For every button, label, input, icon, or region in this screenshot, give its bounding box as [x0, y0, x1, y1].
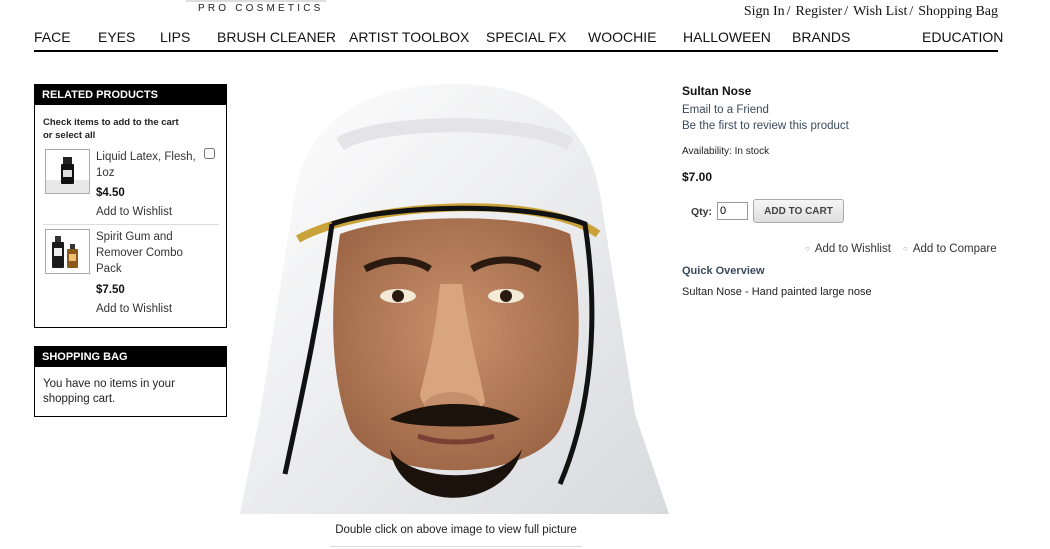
product-price: $7.00 [682, 170, 713, 184]
nav-item-brush-cleaner[interactable]: BRUSH CLEANER [217, 29, 336, 45]
separator: / [909, 4, 914, 19]
related-item-price: $4.50 [96, 187, 125, 199]
brand-logo-text[interactable]: PRO COSMETICS [198, 3, 324, 14]
related-item-price: $7.50 [96, 284, 125, 296]
shopping-bag-box: SHOPPING BAG You have no items in your s… [34, 346, 227, 417]
nav-item-woochie[interactable]: WOOCHIE [588, 29, 656, 45]
add-to-cart-button[interactable]: ADD TO CART [753, 199, 844, 223]
quick-overview-heading: Quick Overview [682, 265, 765, 277]
wish-list-link[interactable]: Wish List [853, 4, 907, 19]
shopping-bag-heading: SHOPPING BAG [35, 347, 226, 367]
separator: / [786, 4, 791, 19]
related-products-box: RELATED PRODUCTS Check items to add to t… [34, 84, 227, 328]
qty-label: Qty: [691, 206, 712, 218]
related-item-wishlist-link[interactable]: Add to Wishlist [96, 206, 172, 218]
related-item: Liquid Latex, Flesh, 1oz $4.50 Add to Wi… [43, 148, 219, 225]
nav-item-education[interactable]: EDUCATION [922, 29, 1003, 45]
sign-in-link[interactable]: Sign In [744, 4, 785, 19]
related-intro-text: Check items to add to the cart [43, 117, 179, 128]
shopping-bag-link[interactable]: Shopping Bag [918, 4, 998, 19]
nav-item-brands[interactable]: BRANDS [792, 29, 850, 45]
spirit-gum-bottles-icon [52, 236, 78, 268]
availability-text: Availability: In stock [682, 146, 770, 157]
related-item-name[interactable]: Spirit Gum and Remover Combo Pack [96, 229, 206, 277]
spirit-gum-thumbnail[interactable] [45, 229, 90, 274]
review-link[interactable]: Be the first to review this product [682, 120, 849, 132]
main-navigation: FACE EYES LIPS BRUSH CLEANER ARTIST TOOL… [34, 28, 1003, 52]
email-friend-link[interactable]: Email to a Friend [682, 104, 769, 116]
bullet-icon: ○ [805, 244, 810, 253]
add-to-compare-label: Add to Compare [912, 243, 997, 255]
separator: / [844, 4, 849, 19]
liquid-latex-thumbnail[interactable] [45, 149, 90, 194]
bullet-icon: ○ [903, 244, 908, 253]
related-intro: Check items to add to the cart or select… [35, 105, 226, 142]
nav-item-special-fx[interactable]: SPECIAL FX [486, 29, 566, 45]
qty-input[interactable] [717, 202, 748, 220]
product-title: Sultan Nose [682, 84, 752, 98]
product-main-image[interactable] [240, 84, 669, 514]
add-to-wishlist-link[interactable]: ○ Add to Wishlist [805, 243, 891, 255]
related-item-checkbox[interactable] [204, 148, 215, 159]
select-all-link[interactable]: select all [55, 130, 95, 141]
nav-item-face[interactable]: FACE [34, 29, 71, 45]
nav-item-halloween[interactable]: HALLOWEEN [683, 29, 771, 45]
nav-item-artist-toolbox[interactable]: ARTIST TOOLBOX [349, 29, 469, 45]
add-to-compare-link[interactable]: ○ Add to Compare [903, 243, 997, 255]
related-intro-or: or [43, 130, 53, 141]
bottle-icon [46, 157, 89, 193]
nav-item-lips[interactable]: LIPS [160, 29, 190, 45]
shopping-bag-empty-text: You have no items in your shopping cart. [43, 378, 175, 405]
related-item-wishlist-link[interactable]: Add to Wishlist [96, 303, 172, 315]
logo-divider [186, 0, 326, 2]
image-caption: Double click on above image to view full… [335, 524, 577, 536]
related-products-heading: RELATED PRODUCTS [35, 85, 226, 105]
account-links: Sign In / Register / Wish List / Shopping Bag [744, 4, 998, 20]
related-item-name[interactable]: Liquid Latex, Flesh, 1oz [96, 149, 206, 181]
quick-overview-text: Sultan Nose - Hand painted large nose [682, 286, 872, 298]
nav-item-eyes[interactable]: EYES [98, 29, 135, 45]
register-link[interactable]: Register [796, 4, 843, 19]
add-to-wishlist-label: Add to Wishlist [814, 243, 891, 255]
sultan-nose-model-illustration [240, 84, 669, 514]
caption-divider [330, 546, 582, 547]
